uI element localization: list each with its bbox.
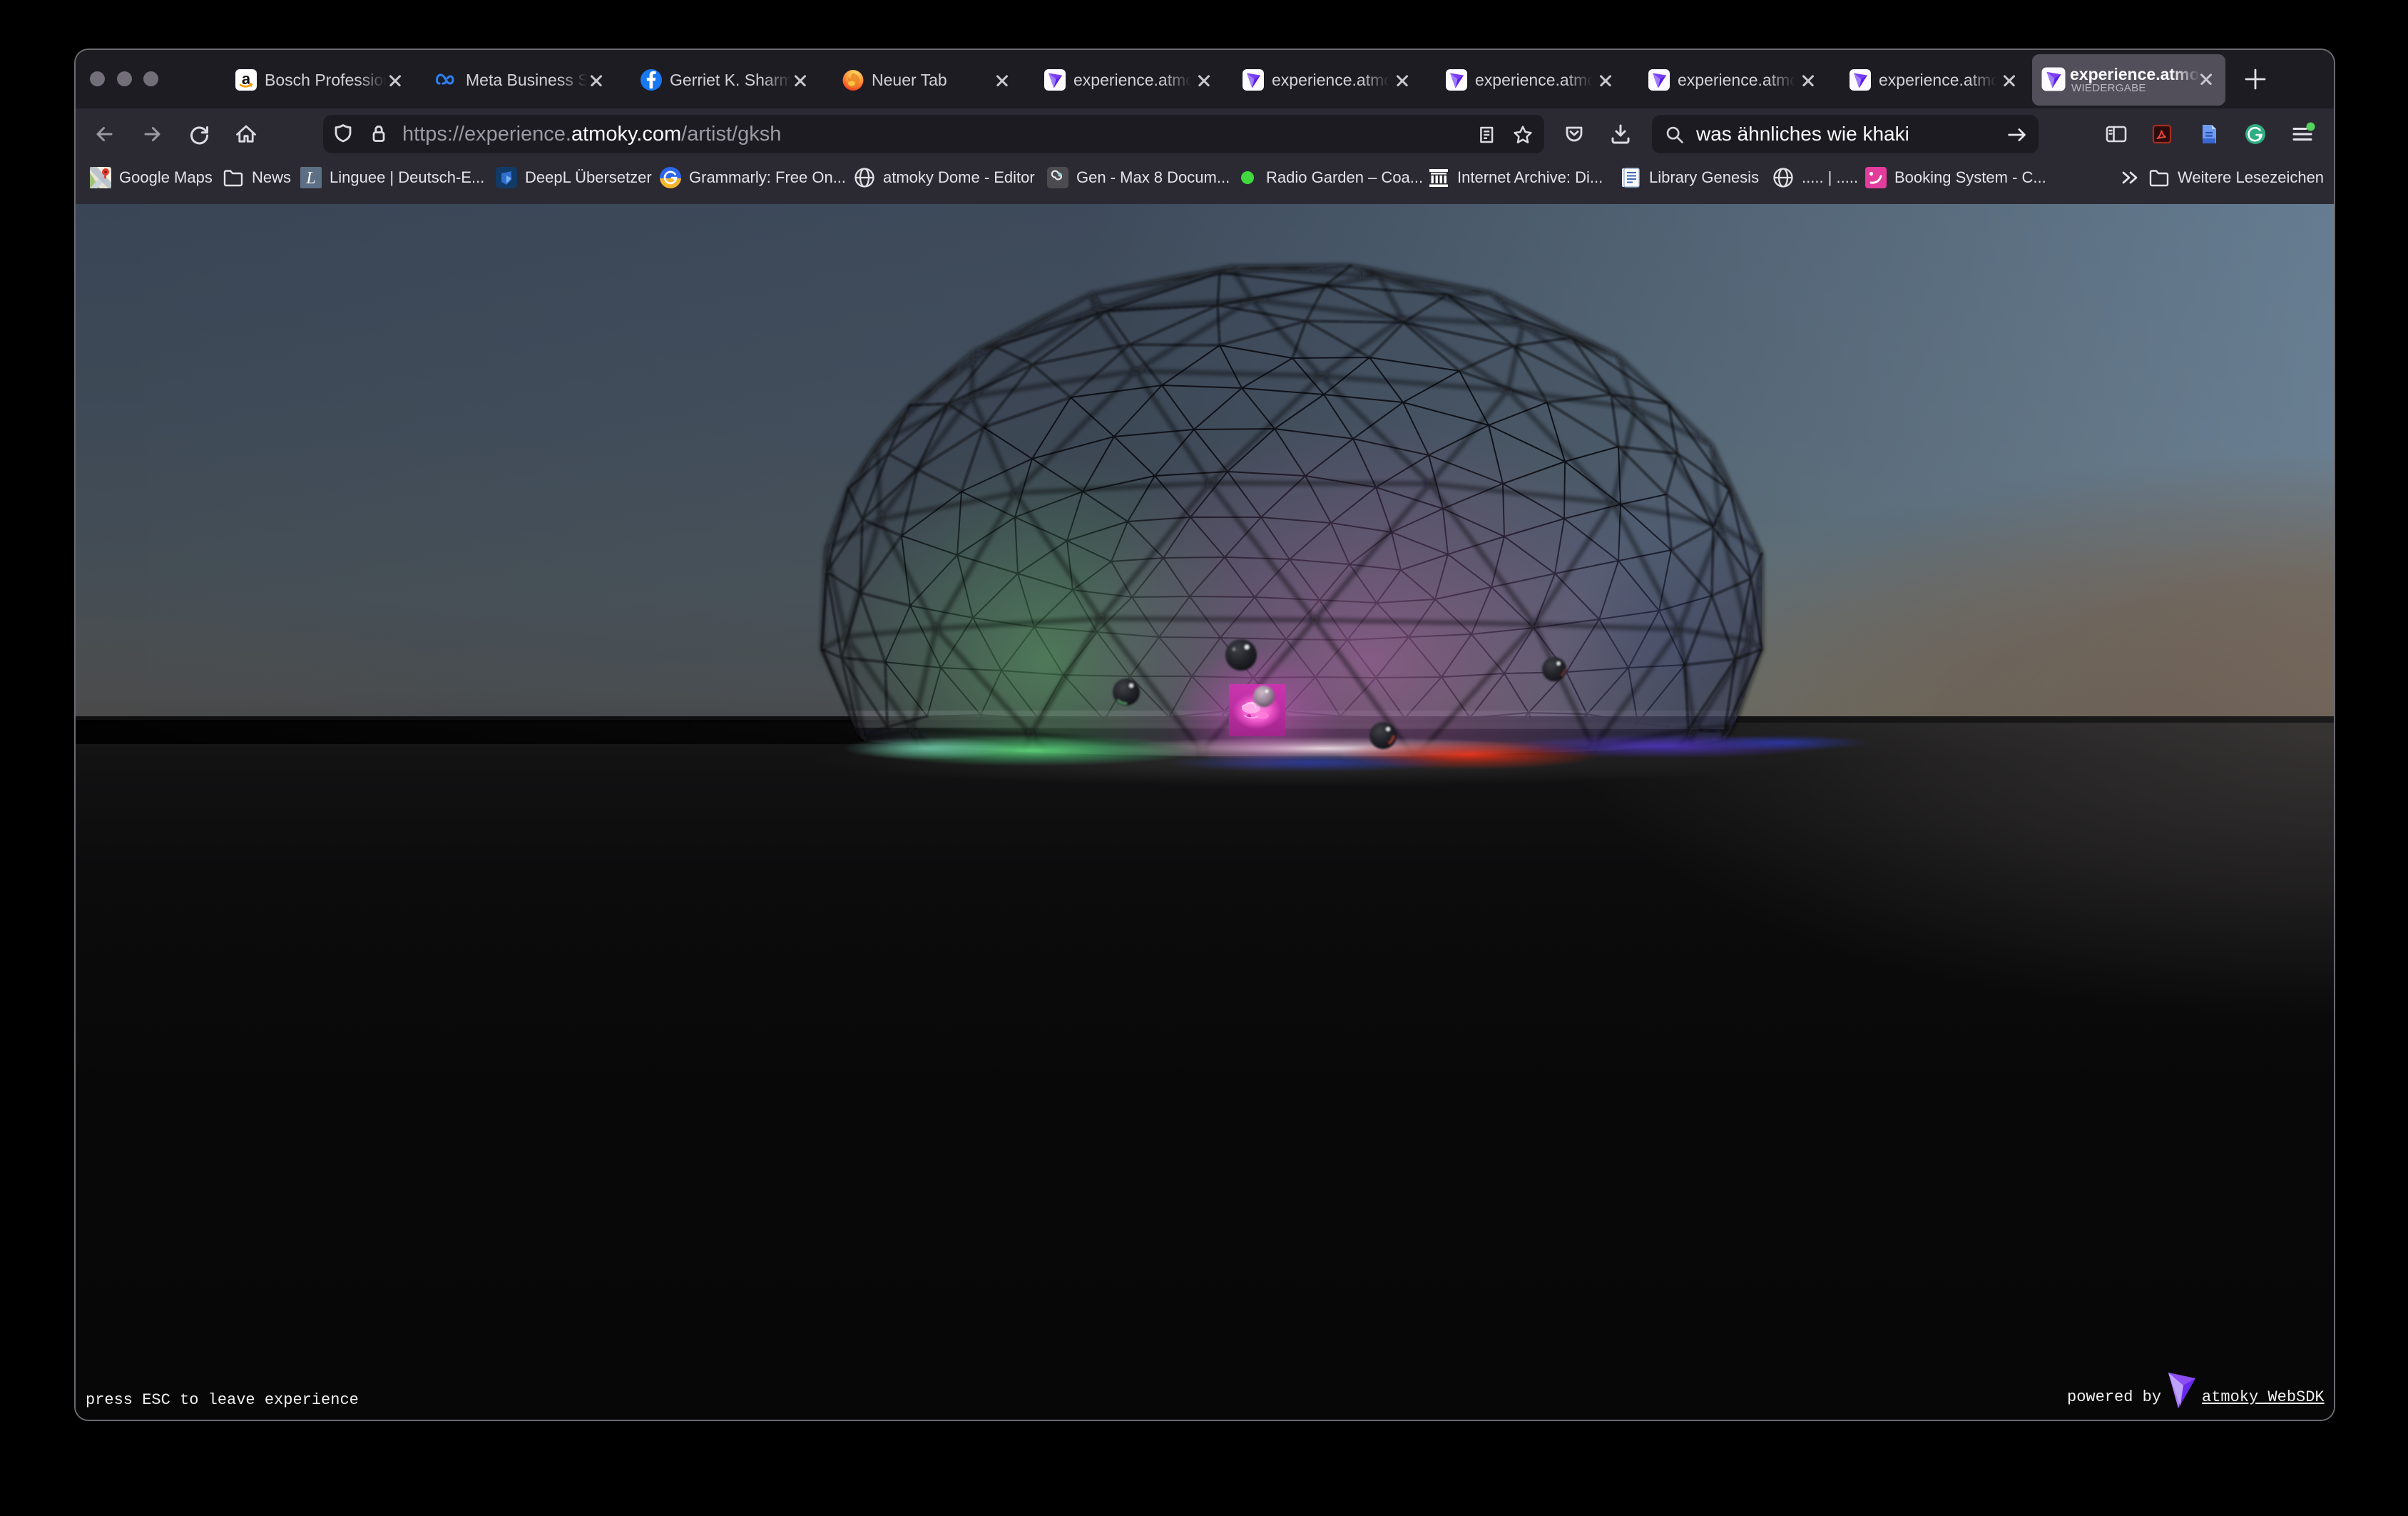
svg-text:L: L: [305, 169, 315, 188]
